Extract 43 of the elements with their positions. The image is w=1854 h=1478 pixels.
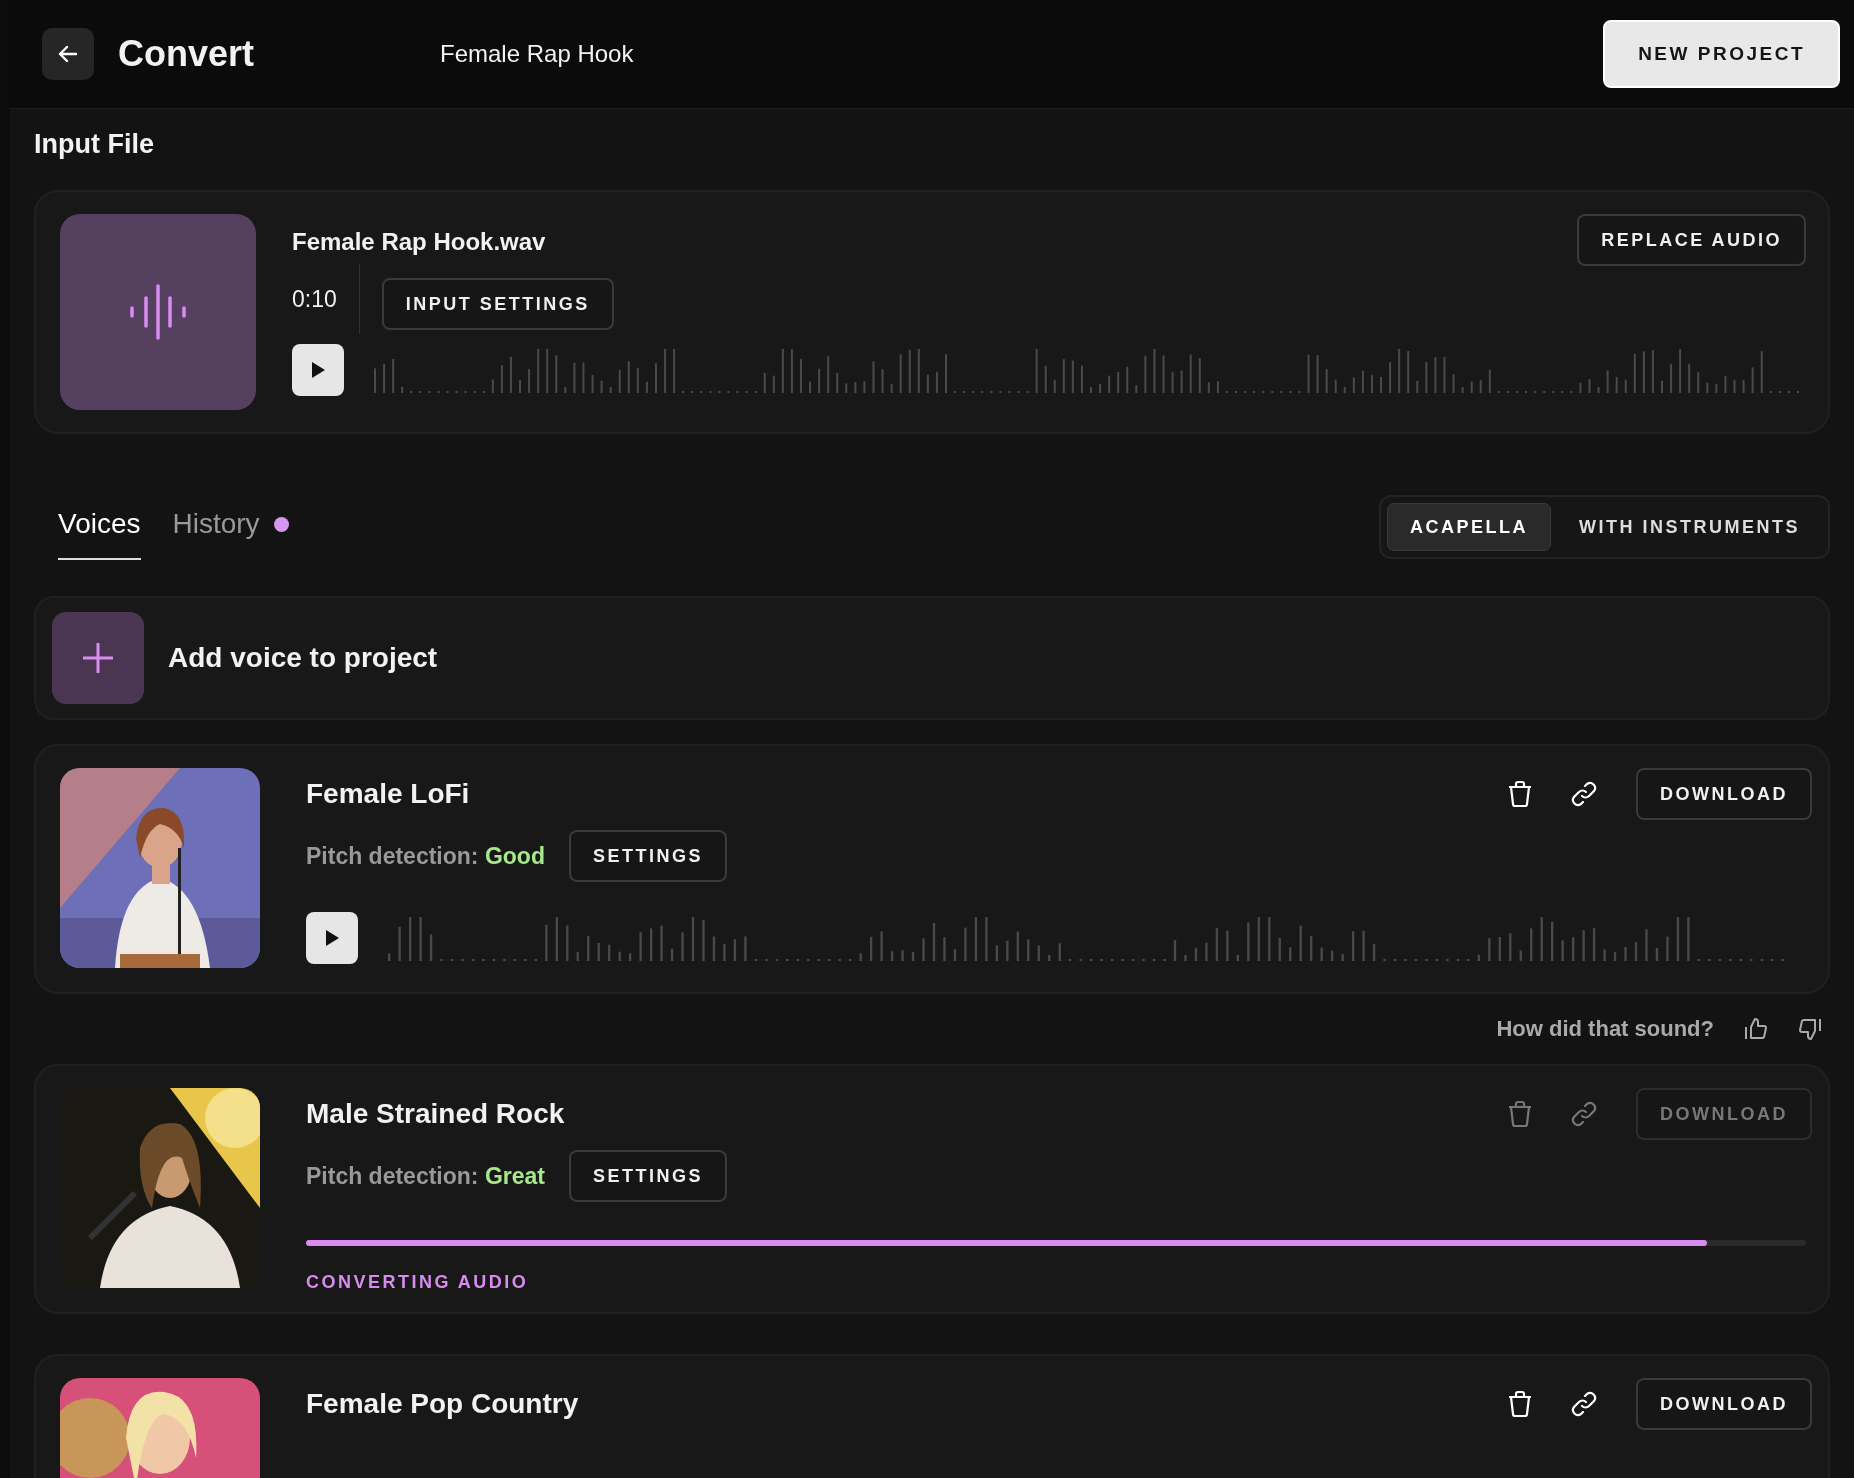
link-icon (1570, 780, 1598, 808)
play-icon (324, 929, 340, 947)
project-name: Female Rap Hook (440, 40, 635, 68)
tab[interactable]: History (172, 494, 289, 560)
thumbs-up-icon (1744, 1017, 1768, 1041)
thumbs-down-icon (1798, 1017, 1822, 1041)
link-button[interactable] (1570, 780, 1598, 808)
duration: 0:10 (292, 264, 360, 334)
section-heading: Input File (34, 129, 155, 160)
settings-button[interactable]: SETTINGS (568, 830, 727, 882)
voice-name: Female Pop Country (306, 1388, 580, 1420)
replace-audio-button[interactable]: REPLACE AUDIO (1577, 214, 1806, 266)
voice-name: Male Strained Rock (306, 1098, 566, 1130)
feedback-prompt: How did that sound? (1496, 1016, 1714, 1042)
add-voice-label[interactable]: Add voice to project (168, 642, 438, 674)
thumbs-up-button[interactable] (1744, 1017, 1768, 1041)
add-button[interactable] (52, 612, 144, 704)
play-button[interactable] (292, 344, 344, 396)
play-icon (310, 361, 326, 379)
sound-wave-icon (128, 284, 188, 340)
input-settings-button[interactable]: INPUT SETTINGS (381, 278, 614, 330)
link-button[interactable] (1570, 1390, 1598, 1418)
pitch-detection-label: Pitch detection: Great (306, 1162, 545, 1190)
trash-icon (1508, 780, 1532, 808)
pitch-detection-label: Pitch detection: Good (306, 842, 545, 870)
voice-name: Female LoFi (306, 778, 471, 810)
link-icon (1570, 1390, 1598, 1418)
play-button[interactable] (306, 912, 358, 964)
mode-toggle-option[interactable]: ACAPELLA (1387, 503, 1551, 551)
download-button[interactable]: DOWNLOAD (1636, 1378, 1812, 1430)
page-title: Convert (118, 33, 256, 75)
file-name: Female Rap Hook.wav (292, 228, 546, 256)
plus-icon (82, 642, 114, 674)
new-project-button[interactable]: NEW PROJECT (1603, 20, 1840, 88)
thumbs-down-button[interactable] (1798, 1017, 1822, 1041)
download-button[interactable]: DOWNLOAD (1636, 768, 1812, 820)
tab[interactable]: Voices (58, 494, 141, 560)
trash-icon (1508, 1100, 1532, 1128)
status-text: CONVERTING AUDIO (306, 1272, 530, 1293)
mode-toggle-option[interactable]: WITH INSTRUMENTS (1557, 503, 1822, 551)
trash-icon (1508, 1390, 1532, 1418)
link-icon (1570, 1100, 1598, 1128)
back-button[interactable] (42, 28, 94, 80)
